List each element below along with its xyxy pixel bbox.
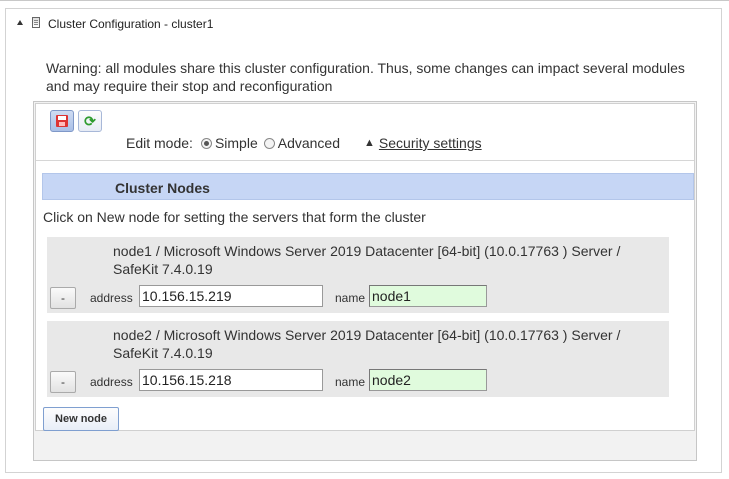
radio-advanced-label[interactable]: Advanced — [278, 135, 340, 151]
name-label: name — [335, 375, 366, 389]
top-divider — [0, 0, 729, 1]
edit-mode-row: Edit mode: Simple Advanced ▲ Security se… — [126, 135, 482, 151]
edit-mode-label: Edit mode: — [126, 135, 193, 151]
warning-message: Warning: all modules share this cluster … — [46, 60, 685, 94]
name-label: name — [335, 291, 366, 305]
node-description: node2 / Microsoft Windows Server 2019 Da… — [113, 327, 621, 361]
radio-simple-label[interactable]: Simple — [215, 135, 258, 151]
address-input[interactable] — [139, 285, 323, 307]
name-input[interactable] — [369, 285, 487, 307]
config-inner: ⟳ Edit mode: Simple Advanced ▲ Security … — [35, 103, 695, 431]
cluster-nodes-section: Cluster Nodes Click on New node for sett… — [42, 173, 694, 431]
radio-simple[interactable] — [200, 137, 212, 149]
toolbar: ⟳ Edit mode: Simple Advanced ▲ Security … — [36, 104, 694, 161]
node-description: node1 / Microsoft Windows Server 2019 Da… — [113, 243, 621, 277]
new-node-button[interactable]: New node — [43, 407, 119, 431]
floppy-save-icon — [56, 115, 68, 127]
security-settings-link[interactable]: Security settings — [379, 135, 482, 151]
cluster-config-panel: Cluster Configuration - cluster1 Warning… — [5, 8, 722, 473]
panel-header[interactable]: Cluster Configuration - cluster1 — [6, 9, 721, 39]
address-input[interactable] — [139, 369, 323, 391]
remove-node-button[interactable]: - — [50, 287, 76, 309]
save-button[interactable] — [50, 110, 74, 132]
radio-advanced[interactable] — [263, 137, 275, 149]
warning-icon: ▲ — [364, 137, 375, 149]
address-label: address — [90, 291, 133, 305]
collapse-triangle-icon[interactable] — [17, 20, 23, 25]
refresh-button[interactable]: ⟳ — [78, 110, 102, 132]
node-card: node1 / Microsoft Windows Server 2019 Da… — [47, 237, 669, 313]
remove-node-button[interactable]: - — [50, 371, 76, 393]
address-label: address — [90, 375, 133, 389]
node-card: node2 / Microsoft Windows Server 2019 Da… — [47, 321, 669, 397]
name-input[interactable] — [369, 369, 487, 391]
cluster-nodes-header: Cluster Nodes — [42, 173, 694, 200]
cluster-nodes-hint: Click on New node for setting the server… — [43, 209, 426, 225]
refresh-icon: ⟳ — [84, 113, 96, 129]
cluster-nodes-title: Cluster Nodes — [115, 180, 210, 196]
document-icon — [32, 17, 40, 28]
panel-title: Cluster Configuration - cluster1 — [48, 17, 214, 31]
config-box: ⟳ Edit mode: Simple Advanced ▲ Security … — [33, 101, 697, 461]
